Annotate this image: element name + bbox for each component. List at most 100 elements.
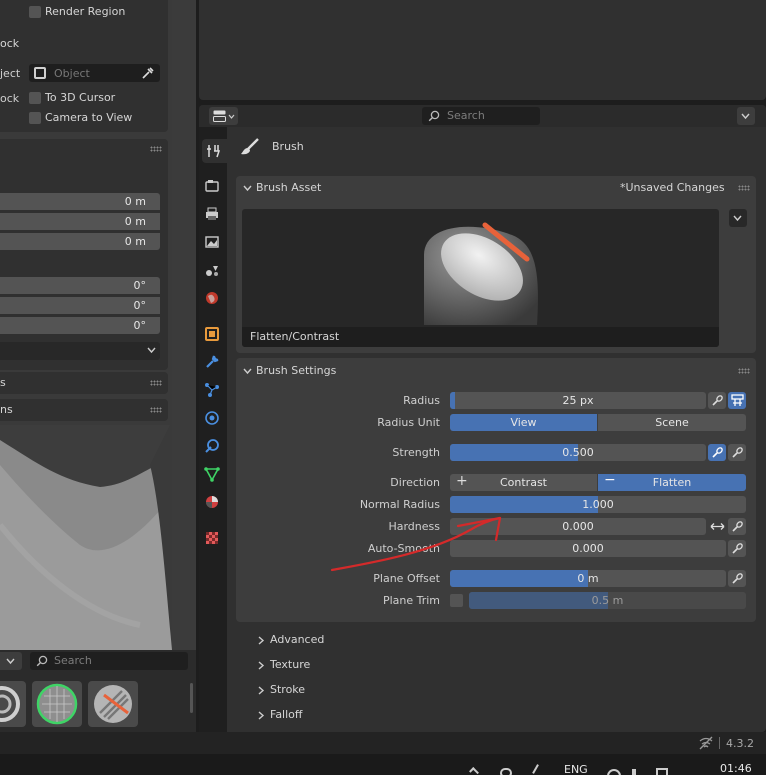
brush-thumb-swirl[interactable] bbox=[0, 681, 26, 727]
auto-smooth-pressure-button[interactable] bbox=[728, 540, 746, 557]
radius-unit-view-button[interactable]: View bbox=[450, 414, 597, 431]
panel-drag-handle[interactable] bbox=[150, 407, 162, 413]
material-icon bbox=[206, 496, 218, 508]
editor-type-button[interactable] bbox=[209, 107, 238, 125]
direction-flatten-label: Flatten bbox=[652, 476, 692, 489]
eyedropper-icon[interactable] bbox=[141, 66, 155, 80]
tab-output[interactable] bbox=[204, 206, 222, 224]
brush-asset-dropdown[interactable] bbox=[729, 209, 747, 227]
scrollbar-right-strip[interactable] bbox=[172, 0, 196, 650]
direction-contrast-button[interactable]: + Contrast bbox=[450, 474, 597, 491]
direction-flatten-button[interactable]: − Flatten bbox=[598, 474, 746, 491]
lock-label: ock bbox=[0, 92, 20, 105]
tray-app-icon[interactable] bbox=[500, 768, 512, 775]
plane-offset-pressure-button[interactable] bbox=[728, 570, 746, 587]
panel-drag-handle[interactable] bbox=[150, 146, 162, 152]
location-fields: 0 m 0 m 0 m bbox=[0, 193, 160, 250]
tab-data[interactable] bbox=[204, 466, 222, 484]
constraint-icon bbox=[205, 439, 219, 453]
tab-render[interactable] bbox=[204, 178, 222, 196]
brush-thumb-mesh[interactable] bbox=[32, 681, 82, 727]
panel-drag-handle[interactable] bbox=[738, 368, 750, 374]
brush-asset-title: Brush Asset bbox=[256, 181, 322, 194]
status-bar bbox=[0, 732, 766, 754]
speaker-icon[interactable] bbox=[632, 769, 642, 775]
double-arrow-icon bbox=[710, 523, 725, 530]
tab-physics[interactable] bbox=[204, 410, 222, 428]
shelf-editor-type-button[interactable] bbox=[0, 652, 22, 670]
options-dropdown-button[interactable] bbox=[737, 107, 755, 125]
tab-constraints[interactable] bbox=[204, 438, 222, 456]
tab-world[interactable] bbox=[204, 290, 222, 308]
strength-pressure-button[interactable] bbox=[708, 444, 726, 461]
panel-drag-handle[interactable] bbox=[738, 185, 750, 191]
tab-tool[interactable] bbox=[202, 139, 227, 163]
brush-preview-tile[interactable]: Flatten/Contrast bbox=[242, 209, 719, 347]
tab-material[interactable] bbox=[204, 494, 222, 512]
location-z-field[interactable]: 0 m bbox=[0, 233, 160, 250]
plane-trim-slider[interactable]: 0.5 m bbox=[469, 592, 746, 609]
strength-curve-button[interactable] bbox=[728, 444, 746, 461]
pen-pressure-icon bbox=[732, 447, 743, 458]
plane-trim-checkbox[interactable] bbox=[450, 594, 463, 607]
battery-icon[interactable] bbox=[656, 768, 668, 775]
plane-trim-label: Plane Trim bbox=[382, 594, 440, 607]
radius-unit-scene-button[interactable]: Scene bbox=[598, 414, 746, 431]
camera-to-view-checkbox[interactable] bbox=[29, 112, 41, 124]
collapsed-panel-1[interactable]: s bbox=[0, 372, 168, 394]
location-x-field[interactable]: 0 m bbox=[0, 193, 160, 210]
radius-pressure-button[interactable] bbox=[708, 392, 726, 409]
brush-settings-title: Brush Settings bbox=[256, 364, 337, 377]
subpanel-falloff-label: Falloff bbox=[270, 708, 303, 721]
wifi-icon[interactable] bbox=[607, 769, 621, 775]
tab-texture[interactable] bbox=[204, 530, 222, 548]
rotation-z-field[interactable]: 0° bbox=[0, 317, 160, 334]
collapsed-panel-2[interactable]: ns bbox=[0, 399, 168, 421]
tray-pen-icon[interactable] bbox=[532, 764, 546, 775]
printer-icon bbox=[206, 207, 218, 220]
texture-icon bbox=[206, 532, 218, 544]
brush-asset-header[interactable]: Brush Asset *Unsaved Changes bbox=[236, 176, 756, 200]
shelf-scrollbar[interactable] bbox=[190, 683, 193, 713]
transform-panel bbox=[0, 139, 168, 370]
brush-name: Flatten/Contrast bbox=[250, 330, 340, 343]
collapsed-panel-1-label: s bbox=[0, 376, 6, 389]
world-icon bbox=[206, 292, 218, 304]
object-placeholder: Object bbox=[54, 67, 90, 80]
subpanel-texture[interactable]: Texture bbox=[255, 657, 455, 675]
plane-trim-slider-fill bbox=[469, 592, 608, 609]
tab-particles[interactable] bbox=[204, 382, 222, 400]
language-indicator[interactable]: ENG bbox=[564, 763, 588, 775]
properties-search-field[interactable]: Search bbox=[422, 107, 540, 125]
hardness-invert-button[interactable] bbox=[708, 518, 726, 535]
rotation-mode-dropdown[interactable] bbox=[0, 342, 160, 360]
rotation-y-field[interactable]: 0° bbox=[0, 297, 160, 314]
tab-modifiers[interactable] bbox=[204, 354, 222, 372]
location-y-field[interactable]: 0 m bbox=[0, 213, 160, 230]
render-region-checkbox[interactable] bbox=[29, 6, 41, 18]
brush-settings-header[interactable]: Brush Settings bbox=[236, 358, 756, 382]
strength-slider[interactable]: 0.500 bbox=[450, 444, 706, 461]
subpanel-falloff[interactable]: Falloff bbox=[255, 707, 455, 725]
radius-scene-toggle[interactable] bbox=[728, 392, 746, 409]
tray-chevron-icon[interactable] bbox=[469, 767, 479, 775]
tab-scene[interactable] bbox=[204, 262, 222, 280]
chevron-down-icon bbox=[147, 347, 156, 354]
tab-view-layer[interactable] bbox=[204, 234, 222, 252]
clock-time[interactable]: 01:46 bbox=[720, 762, 752, 775]
subpanel-advanced[interactable]: Advanced bbox=[255, 632, 455, 650]
chevron-down-icon bbox=[228, 114, 235, 119]
radius-slider-fill bbox=[450, 392, 456, 409]
rotation-x-field[interactable]: 0° bbox=[0, 277, 160, 294]
hardness-pressure-button[interactable] bbox=[728, 518, 746, 535]
to-3d-cursor-checkbox[interactable] bbox=[29, 92, 41, 104]
radius-value: 25 px bbox=[562, 394, 594, 407]
chevron-right-icon bbox=[258, 686, 265, 695]
brush-thumb-scrape[interactable] bbox=[88, 681, 138, 727]
tab-object[interactable] bbox=[204, 326, 222, 344]
radius-slider[interactable]: 25 px bbox=[450, 392, 706, 409]
panel-drag-handle[interactable] bbox=[150, 380, 162, 386]
shelf-search-field[interactable]: Search bbox=[30, 652, 188, 670]
subpanel-stroke[interactable]: Stroke bbox=[255, 682, 455, 700]
radius-unit-label: Radius Unit bbox=[377, 416, 440, 429]
